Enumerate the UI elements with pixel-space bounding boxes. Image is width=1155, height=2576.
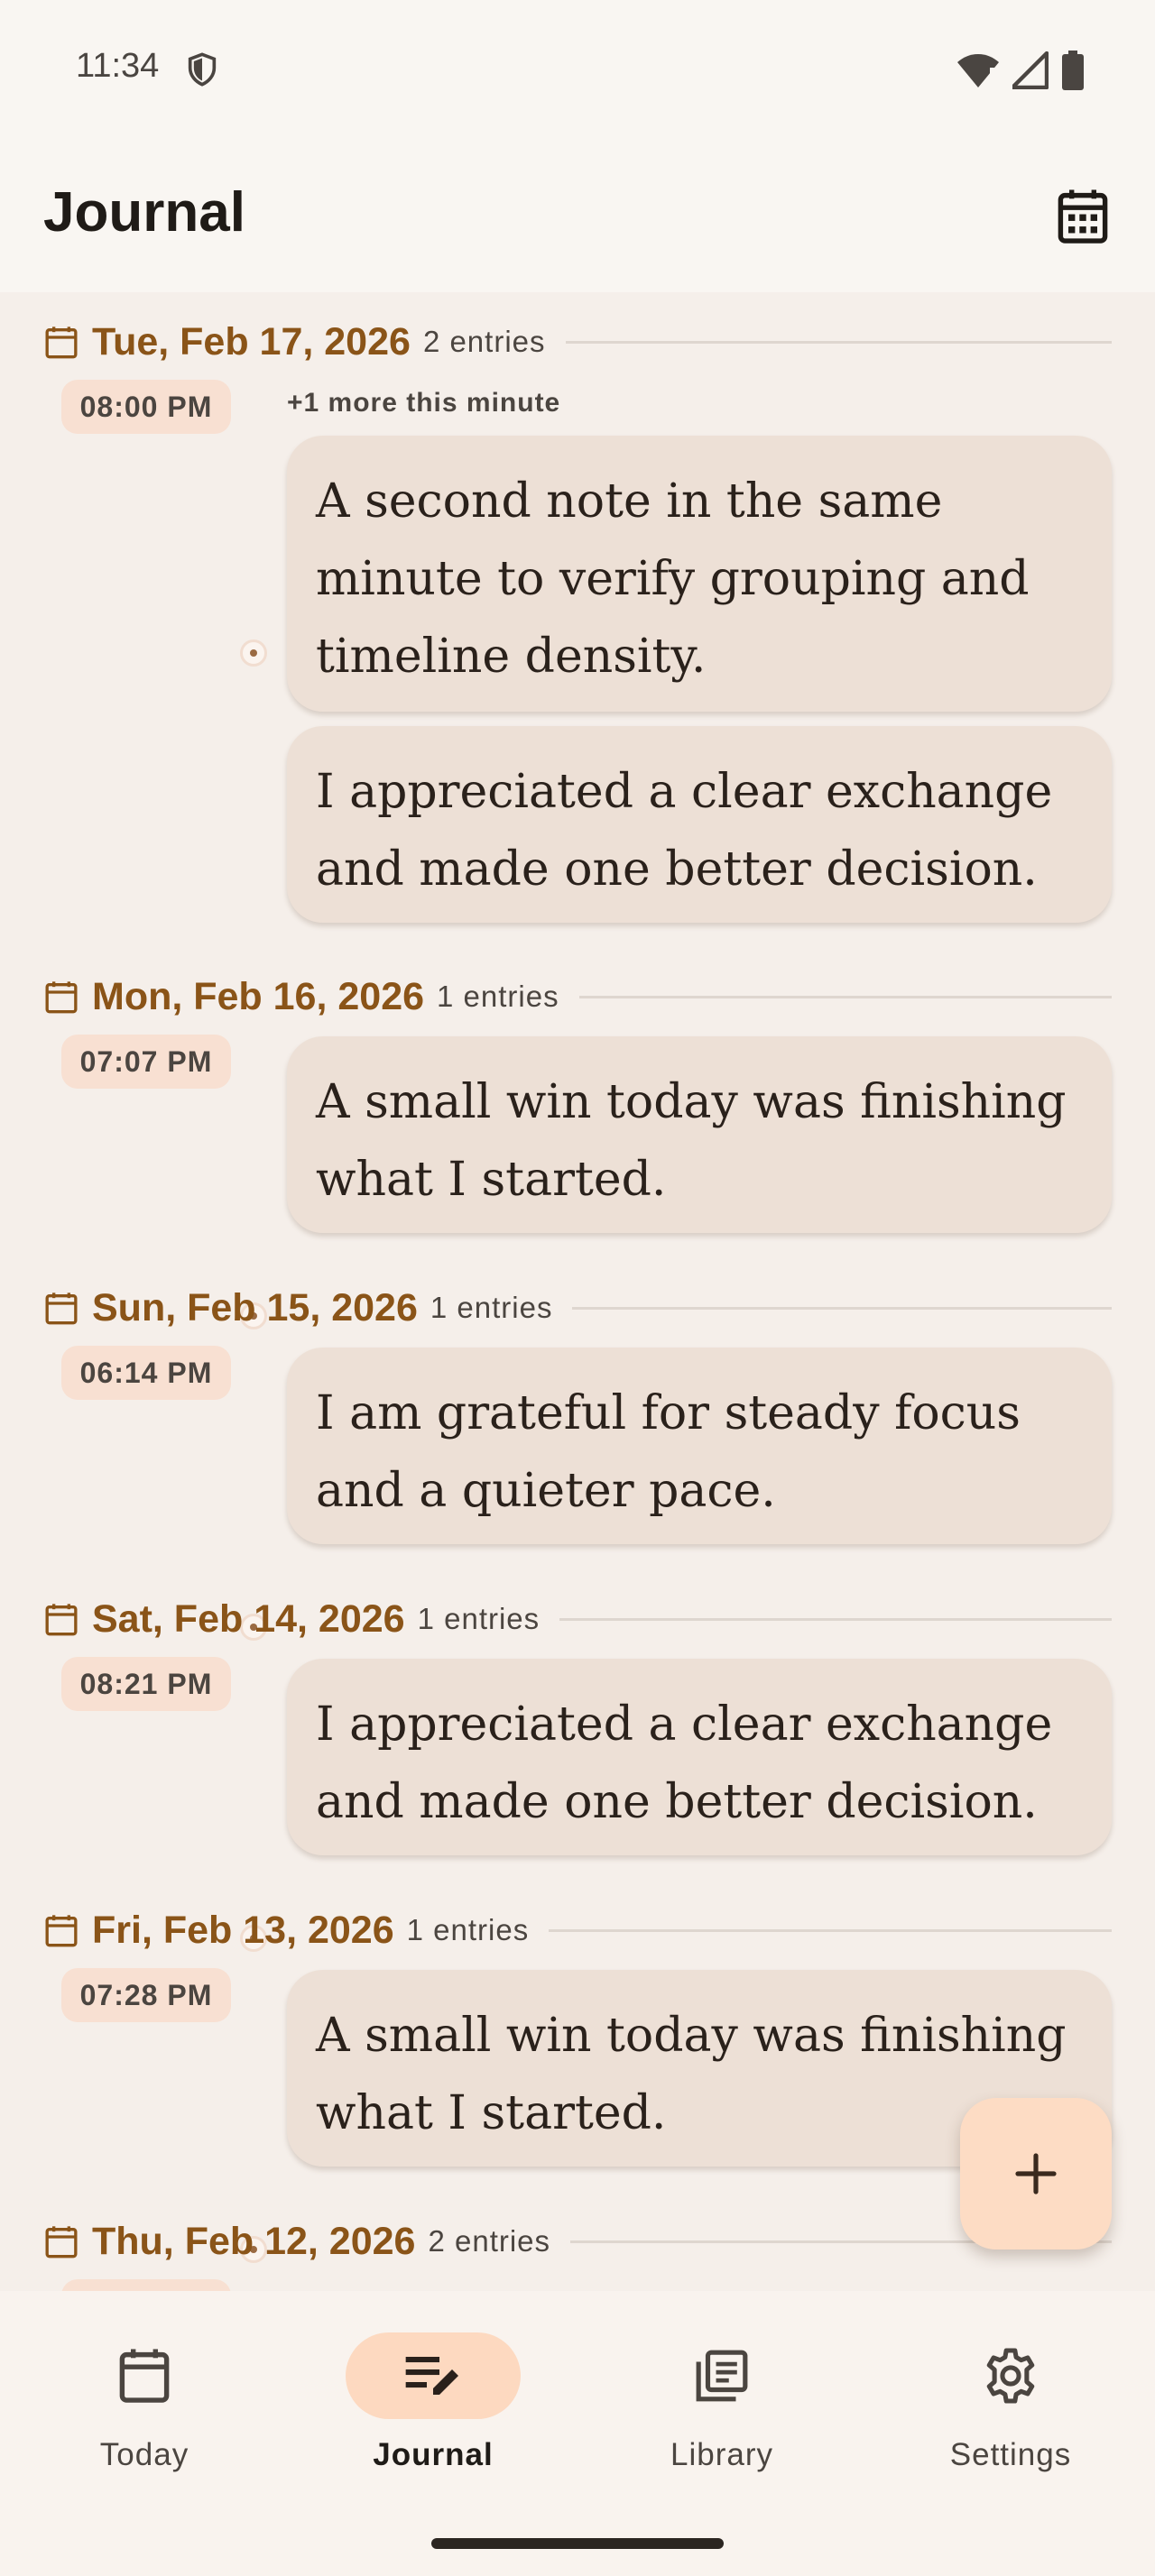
journal-timeline[interactable]: Tue, Feb 17, 2026 2 entries 08:00 PM +1 … [0,292,1155,2291]
time-chip: 07:07 PM [61,1035,231,1089]
day-header: Tue, Feb 17, 2026 2 entries [43,315,1112,369]
nav-settings[interactable]: Settings [893,2332,1128,2495]
wifi-icon [957,54,999,87]
calendar-icon [45,1915,78,1947]
shield-icon [188,52,217,87]
day-date: Sat, Feb 14, 2026 [92,1596,405,1641]
entry-count: 2 entries [422,325,546,358]
entry-count: 1 entries [430,1291,553,1324]
status-bar: 11:34 [0,0,1155,144]
calendar-icon [1058,189,1108,244]
battery-icon [1062,51,1084,90]
day-header: Mon, Feb 16, 2026 1 entries [43,970,1112,1024]
add-entry-button[interactable] [960,2098,1112,2249]
entry-card[interactable]: A second note in the same minute to veri… [287,436,1112,712]
entry-count: 1 entries [437,980,559,1013]
time-chip: 08:00 PM [61,380,231,434]
nav-label: Today [99,2437,189,2472]
time-chip: 07:28 PM [61,1968,231,2022]
day-date: Fri, Feb 13, 2026 [92,1908,394,1952]
bottom-navigation: Today Journal Library Settings [0,2291,1155,2576]
entry-count: 1 entries [406,1913,530,1946]
calendar-icon [45,327,78,359]
day-date: Thu, Feb 12, 2026 [92,2219,416,2263]
day-date: Tue, Feb 17, 2026 [92,319,411,363]
nav-label: Journal [373,2437,494,2472]
nav-label: Library [670,2437,773,2472]
entry-card[interactable]: I am grateful for steady focus and a qui… [287,1348,1112,1544]
status-time: 11:34 [76,47,160,85]
day-header: Thu, Feb 12, 2026 2 entries [43,2214,1112,2268]
nav-library[interactable]: Library [605,2332,839,2495]
day-header: Sat, Feb 14, 2026 1 entries [43,1592,1112,1646]
entry-count: 2 entries [428,2224,551,2258]
calendar-icon [45,2226,78,2259]
page-title: Journal [43,181,245,244]
divider [565,340,1112,344]
calendar-icon [45,1293,78,1325]
home-indicator[interactable] [431,2538,724,2549]
day-date: Mon, Feb 16, 2026 [92,974,425,1018]
time-chip: 08:21 PM [61,1657,231,1711]
library-icon [696,2350,748,2402]
gear-icon [986,2348,1035,2404]
plus-icon [1015,2153,1057,2194]
divider [549,1928,1112,1932]
calendar-button[interactable] [1047,180,1119,253]
divider [572,1306,1112,1310]
entry-card[interactable]: I appreciated a clear exchange and made … [287,726,1112,923]
cell-signal-icon [1012,51,1049,89]
entry-card[interactable]: I appreciated a clear exchange and made … [287,1659,1112,1855]
more-entries-note: +1 more this minute [287,388,561,418]
calendar-icon [119,2349,170,2403]
app-bar: Journal [0,144,1155,292]
day-header: Fri, Feb 13, 2026 1 entries [43,1903,1112,1957]
day-header: Sun, Feb 15, 2026 1 entries [43,1281,1112,1335]
nav-today[interactable]: Today [27,2332,262,2495]
time-chip [61,2279,231,2291]
entry-count: 1 entries [417,1602,541,1635]
day-date: Sun, Feb 15, 2026 [92,1285,418,1329]
divider [559,1617,1112,1621]
nav-label: Settings [949,2437,1072,2472]
entry-card[interactable]: A small win today was finishing what I s… [287,1036,1112,1233]
timeline-dot [240,639,267,667]
edit-note-icon [405,2357,458,2395]
divider [578,995,1112,998]
calendar-icon [45,981,78,1014]
time-chip: 06:14 PM [61,1346,231,1400]
nav-journal[interactable]: Journal [316,2332,550,2495]
calendar-icon [45,1604,78,1636]
